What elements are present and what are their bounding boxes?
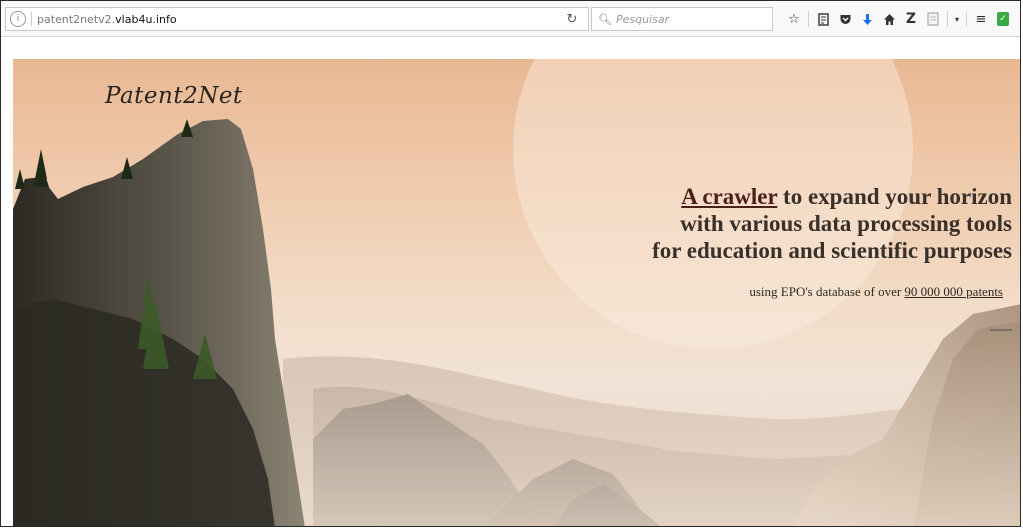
page-top-margin bbox=[1, 37, 1020, 59]
search-placeholder: Pesquisar bbox=[615, 12, 670, 26]
patents-count-link[interactable]: 90 000 000 patents bbox=[904, 284, 1003, 299]
hero-headline: A crawler to expand your horizon with va… bbox=[652, 183, 1012, 264]
hero-subline: using EPO's database of over 90 000 000 … bbox=[749, 284, 1003, 300]
menu-icon[interactable]: ≡ bbox=[970, 8, 992, 30]
browser-toolbar: i patent2netv2. vlab4u.info ↻ 🔍︎ Pesquisa… bbox=[1, 1, 1020, 37]
star-icon[interactable]: ☆ bbox=[783, 8, 805, 30]
pocket-icon[interactable] bbox=[834, 8, 856, 30]
reading-list-icon[interactable] bbox=[812, 8, 834, 30]
crawler-link[interactable]: A crawler bbox=[681, 184, 777, 209]
url-domain: vlab4u.info bbox=[115, 12, 177, 26]
toolbar-separator bbox=[947, 11, 948, 27]
address-separator bbox=[31, 12, 32, 26]
download-icon[interactable] bbox=[856, 8, 878, 30]
url-host: patent2netv2. bbox=[37, 12, 116, 26]
scroll-indicator[interactable] bbox=[990, 329, 1012, 331]
dropdown-icon[interactable]: ▾ bbox=[951, 8, 963, 30]
headline-line-3: for education and scientific purposes bbox=[652, 238, 1012, 263]
browser-window: i patent2netv2. vlab4u.info ↻ 🔍︎ Pesquisa… bbox=[0, 0, 1021, 527]
extension-icon[interactable]: ✓ bbox=[992, 8, 1014, 30]
headline-line-1-rest: to expand your horizon bbox=[777, 184, 1012, 209]
headline-line-1: A crawler to expand your horizon bbox=[652, 183, 1012, 210]
hero-section: Patent2Net A crawler to expand your hori… bbox=[13, 59, 1020, 526]
zotero-icon[interactable]: Z bbox=[900, 8, 922, 30]
search-box[interactable]: 🔍︎ Pesquisar bbox=[591, 7, 773, 31]
toolbar-separator bbox=[808, 11, 809, 27]
toolbar-separator bbox=[966, 11, 967, 27]
info-icon[interactable]: i bbox=[10, 11, 26, 27]
site-logo[interactable]: Patent2Net bbox=[105, 83, 243, 109]
headline-line-2: with various data processing tools bbox=[680, 211, 1012, 236]
reload-icon[interactable]: ↻ bbox=[562, 9, 582, 29]
subline-prefix: using EPO's database of over bbox=[749, 284, 905, 299]
address-bar[interactable]: i patent2netv2. vlab4u.info bbox=[5, 7, 589, 31]
toolbar-icons: ☆ Z ▾ ≡ ✓ bbox=[783, 7, 1014, 31]
home-icon[interactable] bbox=[878, 8, 900, 30]
search-icon: 🔍︎ bbox=[598, 12, 612, 26]
page-icon[interactable] bbox=[922, 8, 944, 30]
